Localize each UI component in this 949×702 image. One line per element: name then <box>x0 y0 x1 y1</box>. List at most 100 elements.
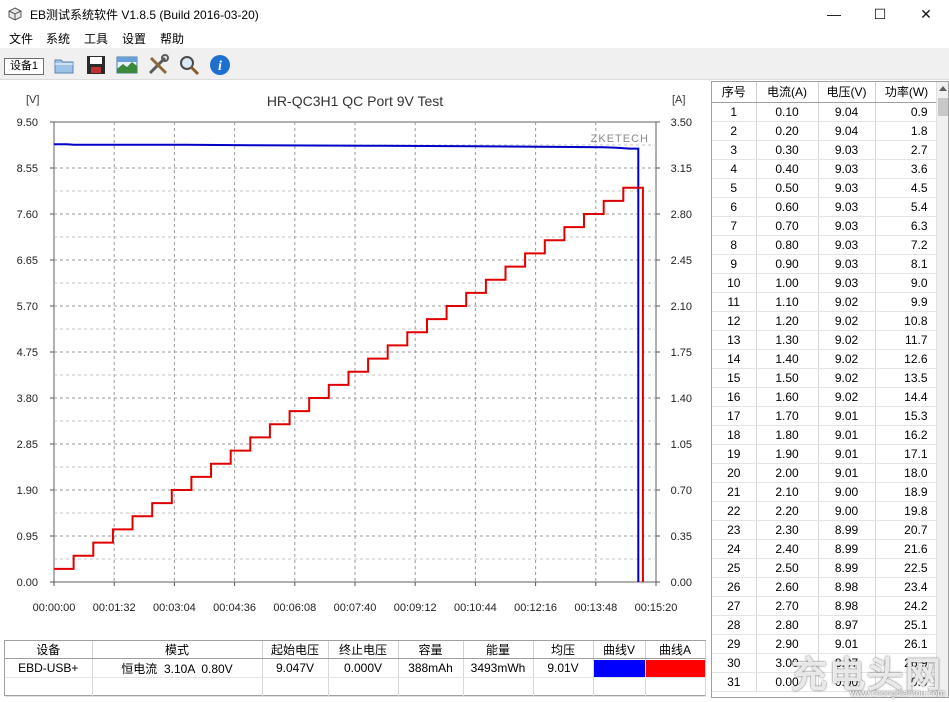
device-tab-1[interactable]: 设备1 <box>4 58 44 75</box>
chart-image-icon[interactable] <box>114 52 140 78</box>
col-header-voltage[interactable]: 电压(V) <box>818 82 876 103</box>
table-row[interactable]: 8 0.80 9.03 7.2 <box>712 235 939 255</box>
table-row[interactable]: 7 0.70 9.03 6.3 <box>712 216 939 236</box>
table-row[interactable]: 21 2.10 9.00 18.9 <box>712 482 939 502</box>
table-row[interactable]: 23 2.30 8.99 20.7 <box>712 520 939 540</box>
save-disk-icon[interactable] <box>83 52 109 78</box>
table-row[interactable]: 11 1.10 9.02 9.9 <box>712 292 939 312</box>
maximize-button[interactable]: ☐ <box>857 0 903 28</box>
row-index: 6 <box>712 197 757 217</box>
menu-system[interactable]: 系统 <box>46 30 70 47</box>
close-button[interactable]: ✕ <box>903 0 949 28</box>
col-header-power[interactable]: 功率(W) <box>875 82 939 103</box>
y-right-tick-label: 3.50 <box>671 117 692 129</box>
data-table: 序号 电流(A) 电压(V) 功率(W) 1 0.10 9.04 0.9 2 0.20 9.… <box>712 82 939 692</box>
row-index: 31 <box>712 672 757 692</box>
table-row[interactable]: 27 2.70 8.98 24.2 <box>712 596 939 616</box>
table-row[interactable]: 22 2.20 9.00 19.8 <box>712 501 939 521</box>
curve-v-color-cell[interactable] <box>593 658 646 678</box>
x-tick-label: 00:15:20 <box>635 602 678 614</box>
row-power: 16.2 <box>875 425 939 445</box>
y-left-tick-label: 5.70 <box>17 301 38 313</box>
table-row[interactable]: 24 2.40 8.99 21.6 <box>712 539 939 559</box>
table-row[interactable]: 5 0.50 9.03 4.5 <box>712 178 939 198</box>
minimize-button[interactable]: — <box>811 0 857 28</box>
row-voltage: 9.01 <box>818 425 876 445</box>
row-index: 21 <box>712 482 757 502</box>
table-row[interactable]: 13 1.30 9.02 11.7 <box>712 330 939 350</box>
scroll-thumb[interactable] <box>938 98 948 116</box>
y-left-tick-label: 9.50 <box>17 117 38 129</box>
open-folder-icon[interactable] <box>51 52 77 78</box>
table-row[interactable]: 20 2.00 9.01 18.0 <box>712 463 939 483</box>
row-voltage: 8.98 <box>818 596 876 616</box>
table-row[interactable]: 15 1.50 9.02 13.5 <box>712 368 939 388</box>
y-left-tick-label: 2.85 <box>17 439 38 451</box>
col-header-index[interactable]: 序号 <box>712 82 757 103</box>
summary-header-capacity: 容量 <box>398 641 464 659</box>
data-table-panel[interactable]: 序号 电流(A) 电压(V) 功率(W) 1 0.10 9.04 0.9 2 0.20 9.… <box>711 81 949 698</box>
row-power: 24.2 <box>875 596 939 616</box>
tools-icon[interactable] <box>145 52 171 78</box>
toolbar: 设备1 i <box>0 48 949 80</box>
y-right-tick-label: 1.75 <box>671 347 692 359</box>
row-index: 13 <box>712 330 757 350</box>
table-row[interactable]: 9 0.90 9.03 8.1 <box>712 254 939 274</box>
table-row[interactable]: 19 1.90 9.01 17.1 <box>712 444 939 464</box>
table-row[interactable]: 29 2.90 9.01 26.1 <box>712 634 939 654</box>
table-row[interactable]: 4 0.40 9.03 3.6 <box>712 159 939 179</box>
col-header-current[interactable]: 电流(A) <box>756 82 819 103</box>
table-row[interactable]: 3 0.30 9.03 2.7 <box>712 140 939 160</box>
table-row[interactable]: 18 1.80 9.01 16.2 <box>712 425 939 445</box>
table-row[interactable]: 25 2.50 8.99 22.5 <box>712 558 939 578</box>
scroll-up-icon[interactable] <box>939 86 947 91</box>
curve-v-swatch[interactable] <box>593 659 645 677</box>
table-row[interactable]: 17 1.70 9.01 15.3 <box>712 406 939 426</box>
table-row[interactable]: 31 0.00 0.00 0.0 <box>712 672 939 692</box>
table-row[interactable]: 26 2.60 8.98 23.4 <box>712 577 939 597</box>
row-current: 1.20 <box>756 311 819 331</box>
summary-row[interactable]: EBD-USB+ 恒电流 3.10A 0.80V 9.047V 0.000V 3… <box>5 658 706 678</box>
y-right-tick-label: 3.15 <box>671 163 692 175</box>
info-icon[interactable]: i <box>207 52 233 78</box>
y-left-tick-label: 4.75 <box>17 347 38 359</box>
table-row[interactable]: 28 2.80 8.97 25.1 <box>712 615 939 635</box>
row-power: 0.9 <box>875 102 939 122</box>
chart: HR-QC3H1 QC Port 9V Test [V] [A] ZKETECH… <box>17 93 692 614</box>
table-row[interactable]: 12 1.20 9.02 10.8 <box>712 311 939 331</box>
table-row[interactable]: 2 0.20 9.04 1.8 <box>712 121 939 141</box>
row-voltage: 0.00 <box>818 672 876 692</box>
menu-bar: 文件 系统 工具 设置 帮助 <box>0 28 949 48</box>
search-icon[interactable] <box>176 52 202 78</box>
menu-help[interactable]: 帮助 <box>160 30 184 47</box>
curve-a-swatch[interactable] <box>645 659 705 677</box>
table-scrollbar[interactable] <box>936 82 948 697</box>
table-row[interactable]: 30 3.00 8.97 26.9 <box>712 653 939 673</box>
window-title: EB测试系统软件 V1.8.5 (Build 2016-03-20) <box>30 8 259 22</box>
row-voltage: 8.97 <box>818 615 876 635</box>
curve-a-color-cell[interactable] <box>645 658 706 678</box>
row-voltage: 9.04 <box>818 121 876 141</box>
row-current: 0.80 <box>756 235 819 255</box>
table-row[interactable]: 1 0.10 9.04 0.9 <box>712 102 939 122</box>
y-left-tick-label: 7.60 <box>17 209 38 221</box>
row-power: 22.5 <box>875 558 939 578</box>
row-current: 0.20 <box>756 121 819 141</box>
row-voltage: 9.01 <box>818 406 876 426</box>
row-current: 2.20 <box>756 501 819 521</box>
y-right-tick-label: 0.00 <box>671 577 692 589</box>
menu-settings[interactable]: 设置 <box>122 30 146 47</box>
menu-file[interactable]: 文件 <box>9 30 33 47</box>
table-row[interactable]: 6 0.60 9.03 5.4 <box>712 197 939 217</box>
table-row[interactable]: 10 1.00 9.03 9.0 <box>712 273 939 293</box>
menu-tools[interactable]: 工具 <box>84 30 108 47</box>
table-row[interactable]: 14 1.40 9.02 12.6 <box>712 349 939 369</box>
app-icon <box>8 7 22 21</box>
row-voltage: 9.04 <box>818 102 876 122</box>
maximize-icon: ☐ <box>873 5 887 22</box>
summary-start-voltage: 9.047V <box>262 658 329 678</box>
table-row[interactable]: 16 1.60 9.02 14.4 <box>712 387 939 407</box>
row-power: 25.1 <box>875 615 939 635</box>
row-power: 12.6 <box>875 349 939 369</box>
row-voltage: 8.98 <box>818 577 876 597</box>
